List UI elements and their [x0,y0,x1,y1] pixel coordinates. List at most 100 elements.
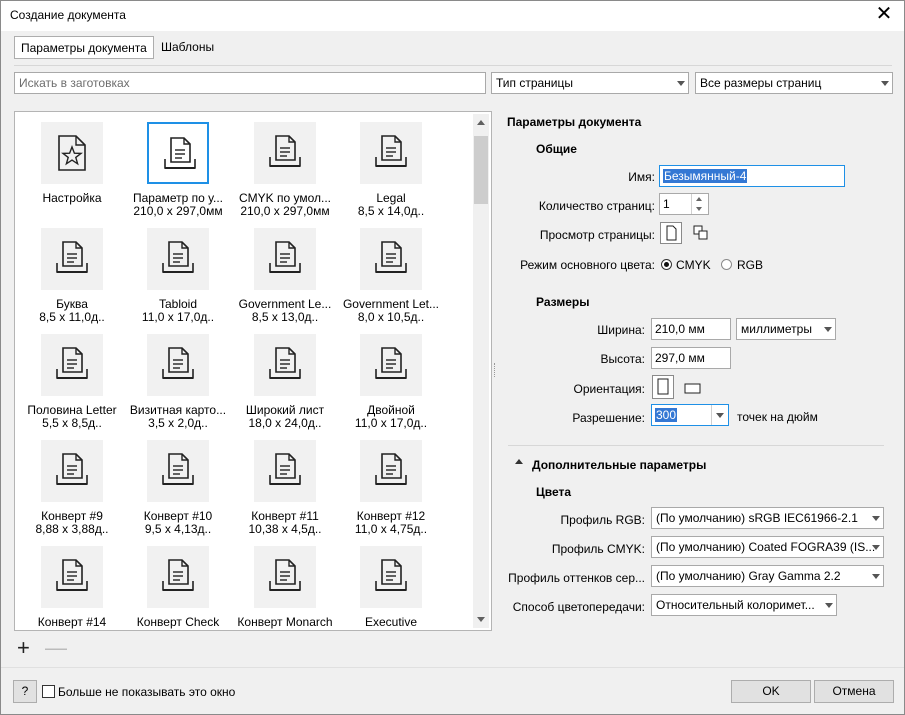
cancel-button[interactable]: Отмена [814,680,894,703]
printer-page-glyph [269,453,301,485]
rgb-radio[interactable] [721,259,732,270]
rendering-intent-label: Способ цветопередачи: [512,600,645,614]
resolution-value: 300 [655,408,678,422]
preset-tile[interactable]: Executive [334,546,440,630]
printer-page-icon [360,122,422,184]
single-page-view-button[interactable] [660,222,682,244]
single-page-icon [666,225,677,241]
cmyk-radio[interactable] [661,259,672,270]
scroll-thumb[interactable] [474,136,488,204]
section-divider [508,445,884,446]
rendering-intent-select[interactable]: Относительный колоримет... [651,594,837,616]
help-button[interactable]: ? [13,680,37,703]
page-count-stepper[interactable]: 1 [659,193,709,215]
scroll-down-icon[interactable] [477,617,485,622]
preset-tile[interactable]: Конверт #12 11,0 x 4,75д.. [334,440,440,546]
preset-tile[interactable]: Настройка [15,122,121,228]
preset-tile[interactable]: Tabloid 11,0 x 17,0д.. [121,228,227,334]
preset-size: 18,0 x 24,0д.. [248,416,322,430]
printer-page-glyph [162,453,194,485]
printer-page-glyph [56,559,88,591]
spin-down-icon[interactable] [696,207,702,211]
tabs-divider [14,65,892,66]
resolution-input[interactable]: 300 [651,404,729,426]
resolution-dropdown[interactable] [711,405,728,425]
preset-tile[interactable]: Конверт #11 10,38 x 4,5д.. [228,440,334,546]
document-name-value: Безымянный-4 [663,169,748,183]
star-page-glyph [58,135,86,171]
preset-name: Конверт Check [136,616,220,629]
preset-tile[interactable]: Legal 8,5 x 14,0д.. [334,122,440,228]
preset-size: 210,0 x 297,0мм [240,204,330,218]
page-count-spin[interactable] [691,194,708,214]
preset-tile[interactable]: Параметр по у... 210,0 x 297,0мм [121,122,227,228]
tab-document-settings[interactable]: Параметры документа [14,36,154,59]
advanced-heading[interactable]: Дополнительные параметры [532,458,706,472]
portrait-button[interactable] [652,375,674,399]
preset-tile[interactable]: Government Le... 8,5 x 13,0д.. [228,228,334,334]
multi-page-view-button[interactable] [691,223,711,243]
preset-tile[interactable]: Конверт Check [121,546,227,630]
preset-size: 11,0 x 17,0д.. [354,416,428,430]
preset-search-input[interactable]: Искать в заготовках [14,72,486,94]
cmyk-profile-select[interactable]: (По умолчанию) Coated FOGRA39 (IS... [651,536,884,558]
sizes-heading: Размеры [536,295,590,309]
close-icon[interactable]: ✕ [872,3,896,27]
dont-show-checkbox[interactable] [42,685,55,698]
printer-page-glyph [269,559,301,591]
printer-page-icon [147,546,209,608]
preset-size: 10,38 x 4,5д.. [248,522,322,536]
preset-tile[interactable]: Government Let... 8,0 x 10,5д.. [334,228,440,334]
preset-tile[interactable]: CMYK по умол... 210,0 x 297,0мм [228,122,334,228]
width-input[interactable]: 210,0 мм [651,318,731,340]
add-preset-button[interactable]: + [17,637,30,659]
preset-tile[interactable]: Конверт Monarch [228,546,334,630]
preset-tile[interactable]: Буква 8,5 x 11,0д.. [15,228,121,334]
page-size-select[interactable]: Все размеры страниц [695,72,893,94]
title-bar: Создание документа ✕ [1,1,904,31]
preset-size: 8,0 x 10,5д.. [357,310,425,324]
preset-tile[interactable]: Широкий лист 18,0 x 24,0д.. [228,334,334,440]
footer-divider [1,667,904,668]
document-name-input[interactable]: Безымянный-4 [659,165,845,187]
preset-name: Настройка [42,192,102,205]
gallery-scrollbar[interactable] [473,114,489,628]
rgb-profile-select[interactable]: (По умолчанию) sRGB IEC61966-2.1 [651,507,884,529]
page-type-select[interactable]: Тип страницы [491,72,689,94]
cmyk-radio-label: CMYK [676,258,711,272]
gray-profile-select[interactable]: (По умолчанию) Gray Gamma 2.2 [651,565,884,587]
height-input[interactable]: 297,0 мм [651,347,731,369]
printer-page-icon [41,546,103,608]
printer-page-icon [147,228,209,290]
preset-name: Executive [364,616,418,629]
printer-page-icon [254,546,316,608]
pane-splitter[interactable] [494,363,498,377]
preset-size: 3,5 x 2,0д.. [148,416,208,430]
printer-page-glyph [164,137,196,169]
collapse-icon[interactable] [515,459,523,464]
tab-templates[interactable]: Шаблоны [155,36,220,59]
scroll-up-icon[interactable] [477,120,485,125]
preset-size: 8,5 x 13,0д.. [251,310,319,324]
rgb-profile-value: (По умолчанию) sRGB IEC61966-2.1 [656,511,858,525]
preset-tile[interactable]: Половина Letter 5,5 x 8,5д.. [15,334,121,440]
spin-up-icon[interactable] [696,197,702,201]
window-title: Создание документа [10,8,126,22]
printer-page-glyph [375,241,407,273]
units-select[interactable]: миллиметры [736,318,836,340]
ok-button[interactable]: OK [731,680,811,703]
preset-tile[interactable]: Конверт #10 9,5 x 4,13д.. [121,440,227,546]
printer-page-icon [254,440,316,502]
preset-tile[interactable]: Визитная карто... 3,5 x 2,0д.. [121,334,227,440]
dont-show-label[interactable]: Больше не показывать это окно [58,685,235,699]
preset-tile[interactable]: Двойной 11,0 x 17,0д.. [334,334,440,440]
landscape-button[interactable] [682,378,704,398]
chevron-down-icon [881,81,889,86]
printer-page-glyph [375,135,407,167]
height-label: Высота: [600,352,645,366]
preset-name: Конверт #14 [37,616,107,629]
remove-preset-button[interactable]: — [45,637,67,659]
colors-heading: Цвета [536,485,572,499]
preset-tile[interactable]: Конверт #14 [15,546,121,630]
preset-tile[interactable]: Конверт #9 8,88 x 3,88д.. [15,440,121,546]
